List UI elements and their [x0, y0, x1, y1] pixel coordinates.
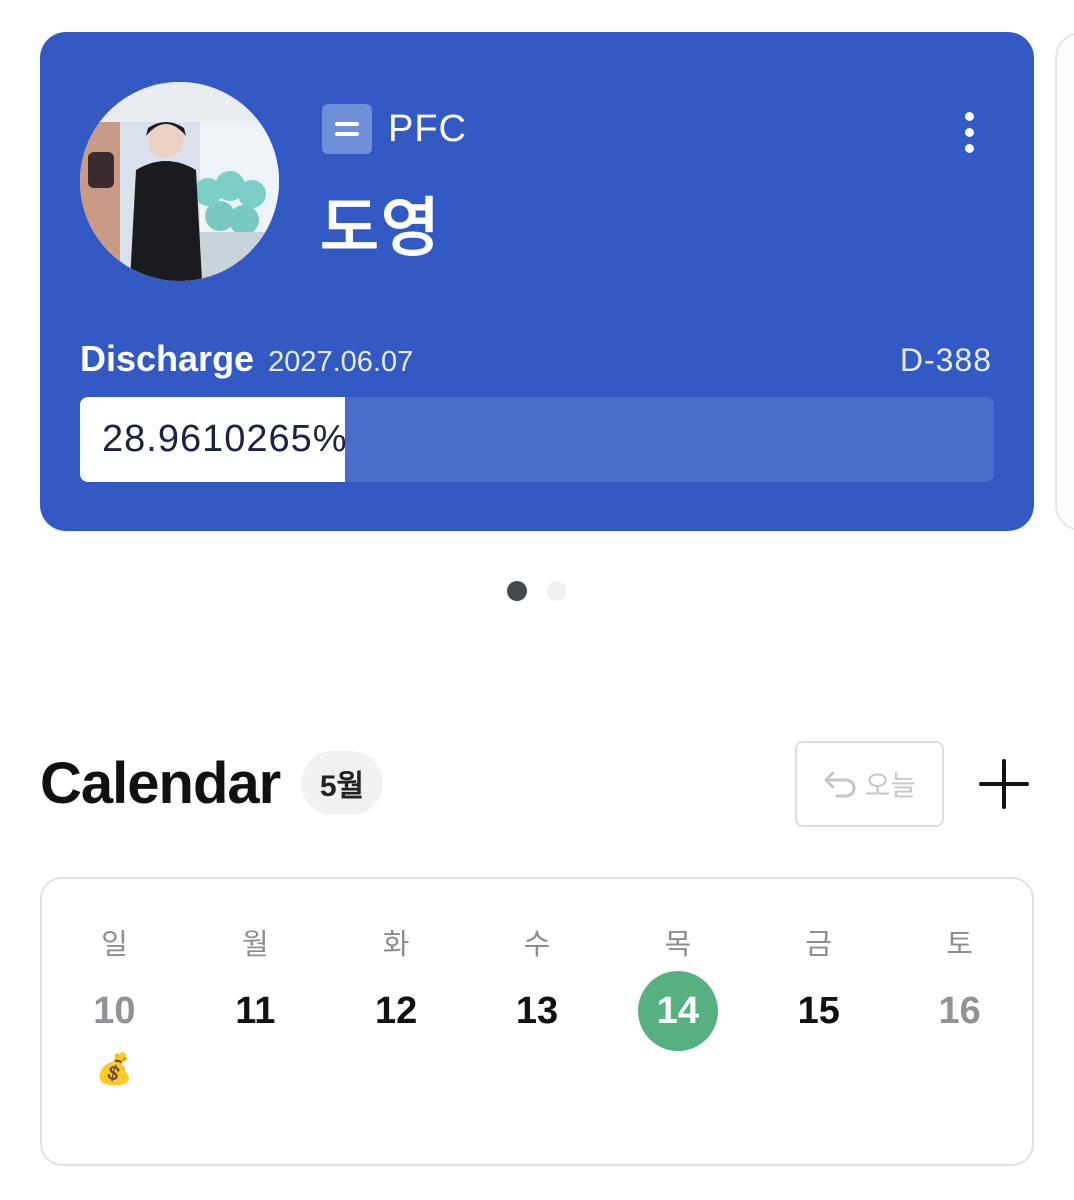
date-number[interactable]: 15 — [779, 971, 859, 1051]
rank-label: PFC — [388, 107, 467, 150]
date-number[interactable]: 12 — [356, 971, 436, 1051]
day-cell[interactable]: 토 16 — [889, 879, 1030, 1087]
pager-dot-2[interactable] — [547, 581, 567, 601]
progress-percent: 28.9610265% — [102, 418, 348, 460]
weekday-label: 월 — [241, 929, 269, 961]
soldier-name: 도영 — [320, 192, 442, 264]
day-cell[interactable]: 금 15 — [748, 879, 889, 1087]
weekday-label: 금 — [805, 929, 833, 961]
day-cell[interactable]: 화 12 — [326, 879, 467, 1087]
unit-row: PFC — [322, 104, 467, 154]
more-options-icon[interactable] — [940, 104, 998, 160]
next-card-peek[interactable] — [1055, 32, 1074, 531]
day-cell[interactable]: 수 13 — [467, 879, 608, 1087]
date-number[interactable]: 16 — [920, 971, 1000, 1051]
discharge-label: Discharge — [80, 338, 255, 379]
calendar-title: Calendar — [40, 751, 281, 816]
money-bag-icon[interactable]: 💰 — [96, 1053, 133, 1087]
today-date[interactable]: 14 — [637, 971, 718, 1051]
day-cell[interactable]: 목 14 — [607, 879, 748, 1087]
home-screen: PFC 도영 Discharge 2027.06.07 D-388 28.961… — [0, 0, 1074, 1200]
week-grid: 일 10 💰 월 11 화 12 수 13 목 14 금 15 토 16 — [42, 879, 1032, 1087]
undo-arrow-icon — [824, 771, 856, 798]
today-label: 오늘 — [864, 770, 917, 801]
pager-dots — [507, 581, 567, 601]
d-day-counter: D-388 — [899, 342, 992, 378]
avatar-photo — [80, 82, 279, 281]
weekday-label: 목 — [664, 929, 692, 961]
rank-badge-icon — [322, 104, 372, 154]
weekday-label: 수 — [523, 929, 551, 961]
month-pill[interactable]: 5월 — [301, 751, 383, 815]
weekday-label: 화 — [382, 929, 410, 961]
day-cell[interactable]: 일 10 💰 — [44, 879, 185, 1087]
date-number[interactable]: 13 — [497, 971, 577, 1051]
weekday-label: 토 — [946, 929, 973, 961]
service-progress-bar: 28.9610265% — [80, 397, 994, 482]
profile-card[interactable]: PFC 도영 Discharge 2027.06.07 D-388 28.961… — [40, 32, 1034, 531]
week-calendar: 일 10 💰 월 11 화 12 수 13 목 14 금 15 토 16 — [40, 877, 1034, 1166]
avatar[interactable] — [80, 82, 279, 281]
discharge-row: Discharge 2027.06.07 D-388 — [80, 338, 992, 380]
day-cell[interactable]: 월 11 — [185, 879, 326, 1087]
today-button[interactable]: 오늘 — [795, 741, 944, 827]
discharge-date: 2027.06.07 — [268, 346, 414, 378]
date-number[interactable]: 11 — [215, 971, 295, 1051]
plus-icon[interactable] — [975, 755, 1033, 813]
weekday-label: 일 — [101, 929, 128, 961]
date-number[interactable]: 10 — [74, 971, 154, 1051]
pager-dot-1[interactable] — [507, 581, 527, 601]
